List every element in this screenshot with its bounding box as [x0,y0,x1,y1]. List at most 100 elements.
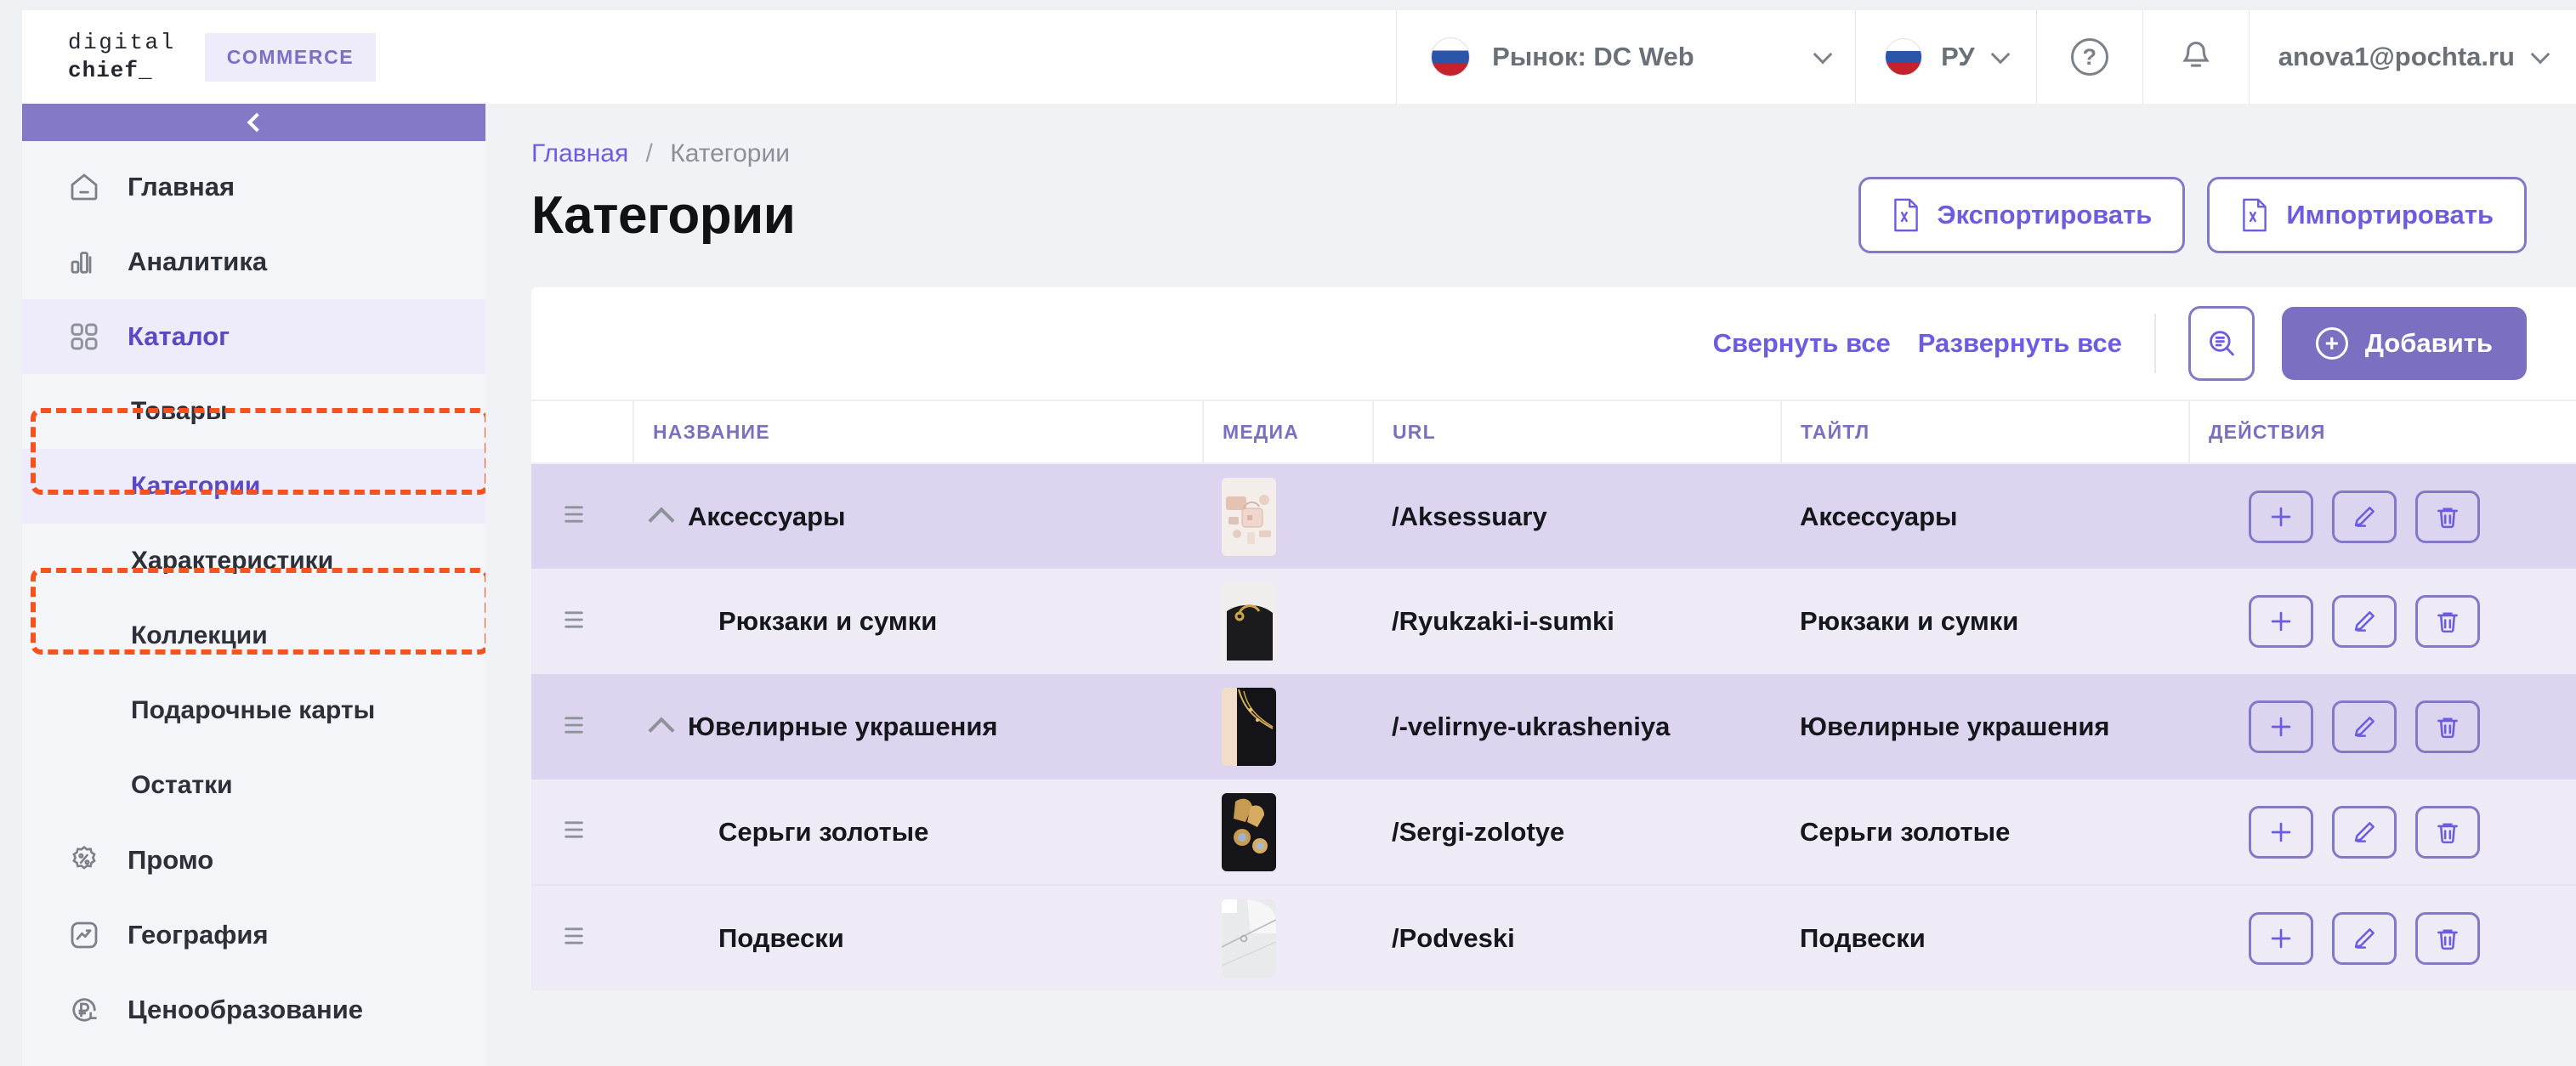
app-root: digital chief_ COMMERCE Рынок: DC Web РУ… [0,0,2576,1066]
notifications-button[interactable] [2142,10,2249,104]
breadcrumb: Главная / Категории [485,104,2576,168]
table-row[interactable]: Серьги золотые /Sergi-zolotye Серьги зол… [531,780,2576,885]
row-add-child-button[interactable] [2249,700,2313,753]
main-content: Главная / Категории Категории Экспортиро… [485,104,2576,1066]
sidebar-item-label: Каталог [128,321,230,351]
table-toolbar: Свернуть все Развернуть все + Добавить [531,287,2576,400]
sidebar-item-podarochnye-karty[interactable]: Подарочные карты [22,673,485,748]
row-name: Серьги золотые [718,816,929,847]
sidebar-item-geografiya[interactable]: География [22,898,485,972]
sidebar-item-label: География [128,920,269,950]
russia-flag-icon [1431,37,1471,77]
row-title-cell: Серьги золотые [1781,780,2189,885]
table-row[interactable]: Ювелирные украшения /-velirnye-ukrasheni… [531,674,2576,780]
sidebar-item-harakteristiki[interactable]: Характеристики [22,524,485,598]
language-selector[interactable]: РУ [1855,10,2036,104]
gold-earrings-thumb [1222,792,1276,871]
row-actions-cell [2189,780,2576,885]
add-category-button[interactable]: + Добавить [2281,307,2527,380]
row-drag-cell[interactable] [531,674,633,780]
categories-card: Свернуть все Развернуть все + Добавить Н… [531,287,2576,990]
search-button[interactable] [2187,306,2255,381]
collapse-all-button[interactable]: Свернуть все [1713,328,1891,359]
pencil-icon [2354,506,2375,527]
black-bag-thumb [1222,582,1276,661]
row-title-cell: Ювелирные украшения [1781,674,2189,780]
sidebar-item-label: Коллекции [131,621,268,649]
row-edit-button[interactable] [2332,911,2397,965]
row-title: Аксессуары [1800,501,1958,531]
row-url: /Sergi-zolotye [1392,816,1565,847]
plus-icon [2271,928,2291,948]
chevron-up-icon[interactable] [648,506,675,534]
row-name: Рюкзаки и сумки [718,606,938,636]
trash-icon [2437,612,2458,633]
expand-all-button[interactable]: Развернуть все [1918,328,2122,359]
sidebar-item-tovary[interactable]: Товары [22,374,485,449]
row-add-child-button[interactable] [2249,490,2313,543]
top-header-right: Рынок: DC Web РУ ? anova1@pochta.ru [1396,10,2576,104]
row-actions-cell [2189,884,2576,990]
chevron-up-icon[interactable] [648,717,675,744]
sidebar-item-analitika[interactable]: Аналитика [22,224,485,299]
sidebar-item-kategorii[interactable]: Категории [22,449,485,524]
table-row[interactable]: Рюкзаки и сумки /Ryukzaki-i-sumki Рюкзак… [531,569,2576,674]
row-title: Подвески [1800,922,1926,953]
trash-icon [2437,507,2458,528]
thumbnail-image [1222,688,1276,766]
row-url-cell: /Aksessuary [1373,463,1781,569]
trash-icon [2437,929,2458,950]
sidebar: Главная Аналитика Каталог Товары Категор… [22,104,490,1066]
sidebar-item-ostatki[interactable]: Остатки [22,748,485,823]
bell-icon [2182,41,2210,67]
row-drag-cell[interactable] [531,463,633,569]
row-name: Ювелирные украшения [688,712,998,741]
breadcrumb-current: Категории [670,139,790,167]
row-drag-cell[interactable] [531,884,633,990]
breadcrumb-home[interactable]: Главная [531,139,628,167]
row-add-child-button[interactable] [2249,805,2313,859]
sidebar-item-label: Категории [131,472,261,500]
row-name-cell: Аксессуары [633,463,1203,569]
row-delete-button[interactable] [2415,490,2480,543]
row-edit-button[interactable] [2332,595,2397,648]
thumbnail-image [1222,899,1276,978]
help-button[interactable]: ? [2035,10,2142,104]
column-header-actions: ДЕЙСТВИЯ [2188,400,2576,464]
row-name-cell: Подвески [633,884,1203,990]
sidebar-item-promo[interactable]: Промо [22,823,485,898]
sidebar-item-glavnaya[interactable]: Главная [22,150,485,224]
market-selector[interactable]: Рынок: DC Web [1396,10,1855,104]
row-edit-button[interactable] [2332,805,2397,859]
row-add-child-button[interactable] [2249,911,2313,965]
row-url: /Podveski [1392,922,1515,953]
row-delete-button[interactable] [2415,911,2480,965]
row-edit-button[interactable] [2332,490,2397,543]
brand-logo[interactable]: digital chief_ COMMERCE [22,29,377,86]
sidebar-item-katalog[interactable]: Каталог [22,299,485,374]
thumbnail-image [1222,582,1276,661]
plus-circle-icon: + [2315,327,2348,360]
row-delete-button[interactable] [2415,595,2480,648]
row-drag-cell[interactable] [531,569,633,674]
logo-line-2: chief_ [68,58,153,83]
row-url: /Aksessuary [1392,501,1547,531]
row-title: Ювелирные украшения [1800,712,2110,741]
row-name: Аксессуары [688,501,846,531]
user-menu[interactable]: anova1@pochta.ru [2248,10,2576,104]
sidebar-collapse-button[interactable] [22,104,485,141]
row-name-cell: Ювелирные украшения [633,674,1203,780]
import-button[interactable]: Импортировать [2207,177,2527,253]
table-row[interactable]: Аксессуары /Aksessuary Аксессуары [531,463,2576,569]
row-add-child-button[interactable] [2249,595,2313,648]
row-delete-button[interactable] [2415,700,2480,753]
table-row[interactable]: Подвески /Podveski Подвески [531,884,2576,990]
row-edit-button[interactable] [2332,700,2397,753]
thumbnail-image [1222,792,1276,871]
chevron-down-icon [1813,44,1833,64]
row-drag-cell[interactable] [531,780,633,885]
export-button[interactable]: Экспортировать [1858,177,2186,253]
sidebar-item-cenoobrazovanie[interactable]: Ценообразование [22,972,485,1047]
row-delete-button[interactable] [2415,805,2480,859]
sidebar-item-kollekcii[interactable]: Коллекции [22,598,485,673]
